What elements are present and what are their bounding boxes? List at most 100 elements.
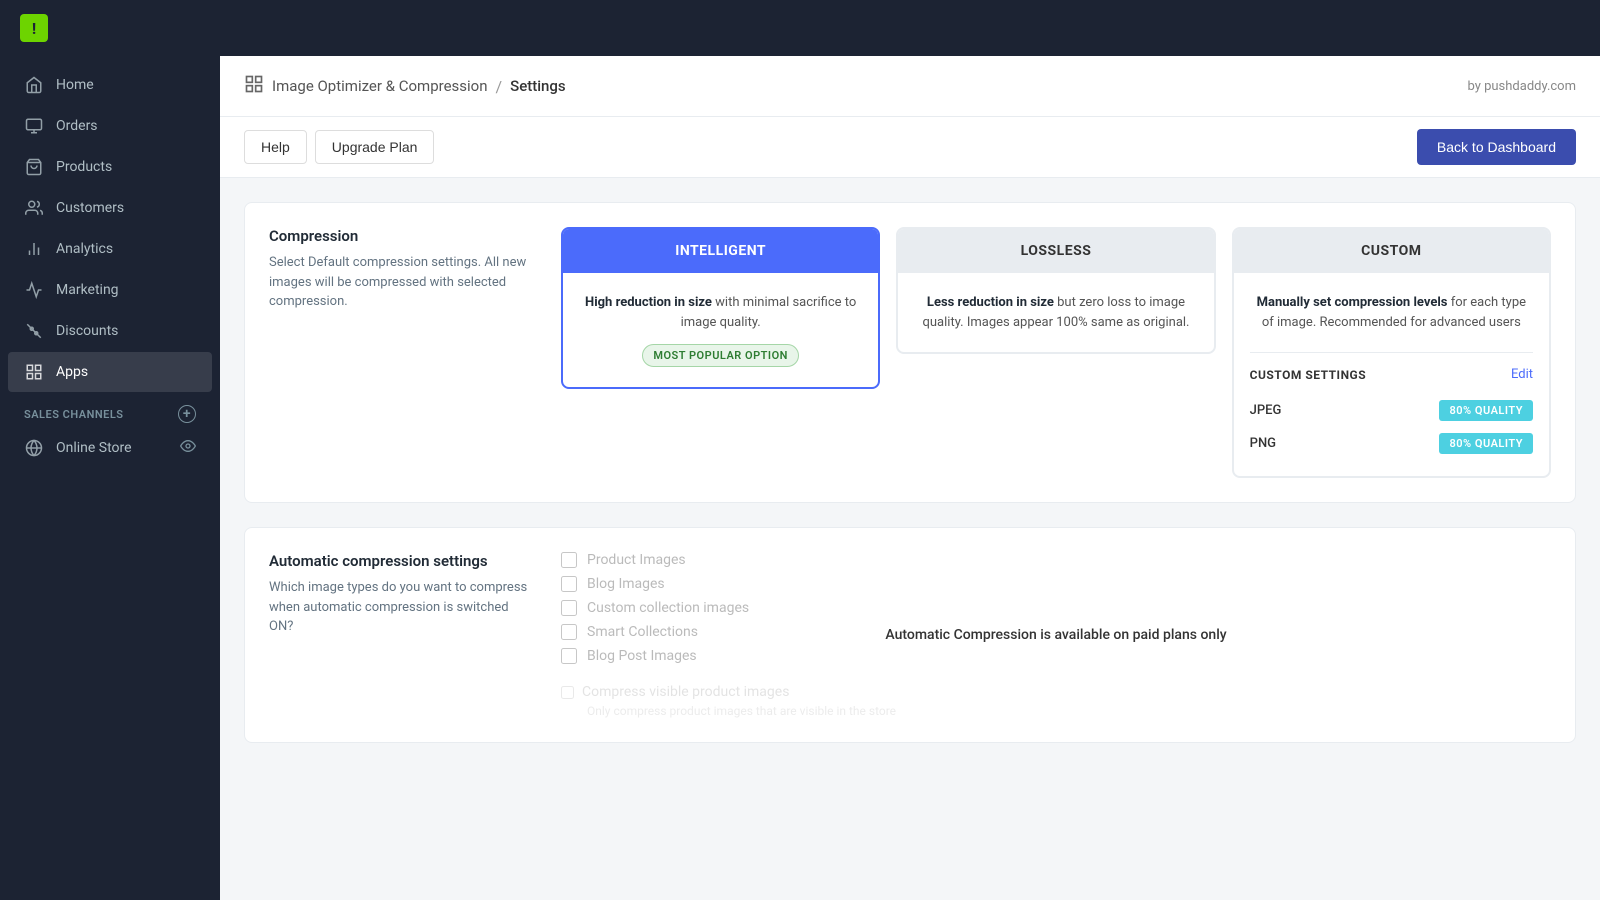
- upgrade-plan-button[interactable]: Upgrade Plan: [315, 130, 435, 164]
- lossless-card-body: Less reduction in size but zero loss to …: [898, 273, 1213, 352]
- auto-compress-overlay: Automatic Compression is available on pa…: [861, 615, 1250, 655]
- apps-icon: [24, 362, 44, 382]
- help-button[interactable]: Help: [244, 130, 307, 164]
- intelligent-bold: High reduction in size: [585, 295, 712, 310]
- smart-collections-label: Smart Collections: [587, 624, 698, 640]
- sidebar-navigation: Home Orders Products Customers: [0, 56, 220, 900]
- custom-collection-label: Custom collection images: [587, 600, 749, 616]
- back-to-dashboard-button[interactable]: Back to Dashboard: [1417, 129, 1576, 165]
- compression-description: Compression Select Default compression s…: [269, 227, 529, 478]
- png-quality-row: PNG 80% QUALITY: [1250, 427, 1533, 460]
- discounts-icon: [24, 321, 44, 341]
- sidebar-item-customers-label: Customers: [56, 200, 124, 216]
- custom-card-header: CUSTOM: [1234, 229, 1549, 273]
- logo-icon: !: [20, 14, 48, 42]
- content-area: Image Optimizer & Compression / Settings…: [220, 56, 1600, 900]
- compress-visible-description: Only compress product images that are vi…: [587, 704, 1551, 718]
- intelligent-option[interactable]: INTELLIGENT High reduction in size with …: [561, 227, 880, 389]
- sidebar-item-online-store[interactable]: Online Store: [8, 428, 212, 468]
- compression-section: Compression Select Default compression s…: [244, 202, 1576, 503]
- add-sales-channel-button[interactable]: +: [178, 405, 196, 423]
- blog-post-images-checkbox[interactable]: [561, 648, 577, 664]
- intelligent-description: High reduction in size with minimal sacr…: [579, 293, 862, 332]
- breadcrumb-separator: /: [496, 77, 503, 96]
- sidebar-item-analytics-label: Analytics: [56, 241, 113, 257]
- custom-card-body: Manually set compression levels for each…: [1234, 273, 1549, 352]
- sidebar-item-products[interactable]: Products: [8, 147, 212, 187]
- sidebar-item-customers[interactable]: Customers: [8, 188, 212, 228]
- png-label: PNG: [1250, 436, 1276, 451]
- marketing-icon: [24, 280, 44, 300]
- auto-compress-layout: Automatic compression settings Which ima…: [269, 552, 1551, 718]
- popular-badge: MOST POPULAR OPTION: [642, 344, 799, 367]
- sidebar-item-orders[interactable]: Orders: [8, 106, 212, 146]
- sidebar-item-marketing[interactable]: Marketing: [8, 270, 212, 310]
- lossless-option[interactable]: LOSSLESS Less reduction in size but zero…: [896, 227, 1215, 354]
- jpeg-quality-badge: 80% QUALITY: [1439, 400, 1533, 421]
- action-buttons: Help Upgrade Plan: [244, 130, 434, 164]
- settings-content: Compression Select Default compression s…: [220, 178, 1600, 791]
- analytics-icon: [24, 239, 44, 259]
- sidebar-logo: !: [0, 0, 220, 56]
- sidebar-item-discounts[interactable]: Discounts: [8, 311, 212, 351]
- breadcrumb-current: Settings: [510, 77, 566, 95]
- sidebar-item-orders-label: Orders: [56, 118, 98, 134]
- sidebar-item-discounts-label: Discounts: [56, 323, 118, 339]
- blog-images-label: Blog Images: [587, 576, 665, 592]
- jpeg-label: JPEG: [1250, 403, 1282, 418]
- customers-icon: [24, 198, 44, 218]
- auto-compress-options-area: Product Images Blog Images Custom collec…: [561, 552, 1551, 718]
- custom-bold: Manually set compression levels: [1257, 295, 1448, 310]
- sidebar-item-products-label: Products: [56, 159, 112, 175]
- compress-visible-option: Compress visible product images Only com…: [561, 684, 1551, 718]
- auto-compress-section: Automatic compression settings Which ima…: [244, 527, 1576, 743]
- breadcrumb-app-name: Image Optimizer & Compression: [272, 77, 488, 95]
- breadcrumb-bar: Image Optimizer & Compression / Settings…: [220, 56, 1600, 117]
- custom-card[interactable]: CUSTOM Manually set compression levels f…: [1232, 227, 1551, 478]
- sidebar-item-marketing-label: Marketing: [56, 282, 119, 298]
- smart-collections-checkbox[interactable]: [561, 624, 577, 640]
- products-icon: [24, 157, 44, 177]
- sidebar-item-apps[interactable]: Apps: [8, 352, 212, 392]
- action-bar: Help Upgrade Plan Back to Dashboard: [220, 117, 1600, 178]
- top-bar: [220, 0, 1600, 56]
- compression-options-area: INTELLIGENT High reduction in size with …: [561, 227, 1551, 478]
- main-content: Image Optimizer & Compression / Settings…: [220, 0, 1600, 900]
- blog-images-option: Blog Images: [561, 576, 1551, 592]
- jpeg-quality-row: JPEG 80% QUALITY: [1250, 394, 1533, 427]
- sidebar-item-apps-label: Apps: [56, 364, 88, 380]
- blog-images-checkbox[interactable]: [561, 576, 577, 592]
- intelligent-card-body: High reduction in size with minimal sacr…: [563, 273, 878, 387]
- app-icon: [244, 74, 264, 98]
- compression-cards: INTELLIGENT High reduction in size with …: [561, 227, 1551, 478]
- custom-description: Manually set compression levels for each…: [1250, 293, 1533, 332]
- compress-visible-checkbox[interactable]: [561, 686, 574, 699]
- blog-post-images-label: Blog Post Images: [587, 648, 697, 664]
- sidebar-item-home[interactable]: Home: [8, 65, 212, 105]
- auto-compress-desc-text: Which image types do you want to compres…: [269, 578, 529, 637]
- compression-desc-text: Select Default compression settings. All…: [269, 253, 529, 312]
- lossless-description: Less reduction in size but zero loss to …: [914, 293, 1197, 332]
- auto-compress-options: Product Images Blog Images Custom collec…: [561, 552, 1551, 718]
- png-quality-badge: 80% QUALITY: [1439, 433, 1533, 454]
- product-images-label: Product Images: [587, 552, 686, 568]
- edit-custom-settings-link[interactable]: Edit: [1511, 367, 1533, 382]
- online-store-eye-icon: [180, 438, 196, 458]
- online-store-icon: [24, 438, 44, 458]
- orders-icon: [24, 116, 44, 136]
- sidebar-item-home-label: Home: [56, 77, 94, 93]
- intelligent-card-header: INTELLIGENT: [563, 229, 878, 273]
- sidebar-item-online-store-label: Online Store: [56, 440, 132, 456]
- intelligent-card[interactable]: INTELLIGENT High reduction in size with …: [561, 227, 880, 389]
- lossless-card[interactable]: LOSSLESS Less reduction in size but zero…: [896, 227, 1215, 354]
- compression-layout: Compression Select Default compression s…: [269, 227, 1551, 478]
- auto-compress-title: Automatic compression settings: [269, 552, 529, 570]
- custom-collection-checkbox[interactable]: [561, 600, 577, 616]
- custom-option[interactable]: CUSTOM Manually set compression levels f…: [1232, 227, 1551, 478]
- lossless-bold: Less reduction in size: [927, 295, 1054, 310]
- product-images-checkbox[interactable]: [561, 552, 577, 568]
- sidebar-item-analytics[interactable]: Analytics: [8, 229, 212, 269]
- breadcrumb: Image Optimizer & Compression / Settings: [244, 74, 566, 98]
- compress-visible-label: Compress visible product images: [561, 684, 1551, 700]
- by-text: by pushdaddy.com: [1467, 79, 1576, 94]
